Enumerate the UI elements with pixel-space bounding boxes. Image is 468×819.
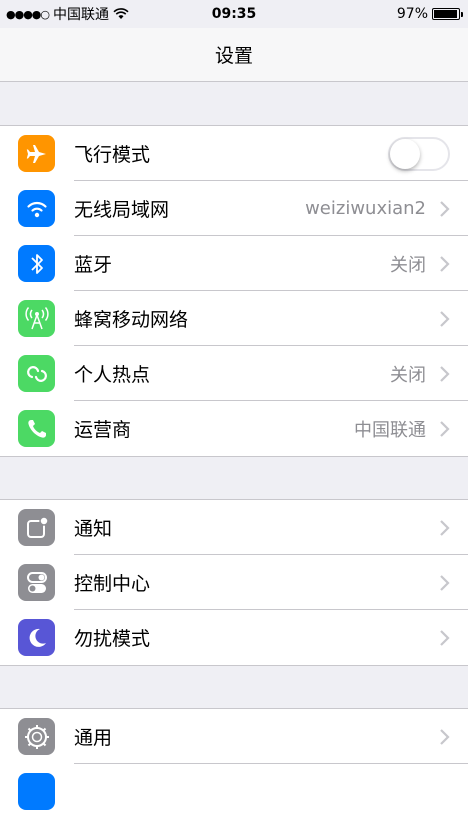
row-label: 通知 bbox=[74, 518, 113, 540]
page-title: 设置 bbox=[214, 45, 253, 67]
chevron-right-icon bbox=[440, 200, 450, 217]
row-label: 勿扰模式 bbox=[74, 628, 151, 650]
partial-icon bbox=[18, 773, 55, 810]
gear-icon bbox=[18, 718, 55, 755]
row-label: 运营商 bbox=[74, 419, 132, 441]
carrier-name: 中国联通 bbox=[53, 7, 109, 23]
notifications-icon bbox=[18, 509, 55, 546]
settings-group-connectivity: 飞行模式 无线局域网 weiziwuxian2 蓝牙 关闭 蜂窝移动网络 个人热… bbox=[0, 125, 468, 457]
status-bar: ●●●●○ 中国联通 09:35 97% bbox=[0, 0, 468, 28]
cellular-icon bbox=[18, 300, 55, 337]
chevron-right-icon bbox=[440, 310, 450, 327]
settings-group-notifications: 通知 控制中心 勿扰模式 bbox=[0, 499, 468, 666]
row-label: 个人热点 bbox=[74, 364, 151, 386]
navigation-bar: 设置 bbox=[0, 28, 468, 82]
row-bluetooth[interactable]: 蓝牙 关闭 bbox=[0, 236, 468, 291]
row-label: 飞行模式 bbox=[74, 144, 151, 166]
row-label: 蜂窝移动网络 bbox=[74, 309, 189, 331]
status-time: 09:35 bbox=[211, 6, 257, 22]
toggle-knob bbox=[390, 139, 420, 169]
bluetooth-icon bbox=[18, 245, 55, 282]
control-center-icon bbox=[18, 564, 55, 601]
chevron-right-icon bbox=[440, 574, 450, 591]
wifi-status-icon bbox=[113, 8, 129, 19]
row-airplane-mode[interactable]: 飞行模式 bbox=[0, 126, 468, 181]
hotspot-status-value: 关闭 bbox=[390, 364, 426, 386]
carrier-value: 中国联通 bbox=[354, 419, 426, 441]
row-carrier[interactable]: 运营商 中国联通 bbox=[0, 401, 468, 456]
wifi-icon bbox=[18, 190, 55, 227]
settings-group-general: 通用 bbox=[0, 708, 468, 819]
battery-fill bbox=[434, 10, 458, 18]
row-wifi[interactable]: 无线局域网 weiziwuxian2 bbox=[0, 181, 468, 236]
row-do-not-disturb[interactable]: 勿扰模式 bbox=[0, 610, 468, 665]
row-label: 蓝牙 bbox=[74, 254, 113, 276]
signal-strength: ●●●●○ bbox=[6, 7, 50, 21]
chevron-right-icon bbox=[440, 519, 450, 536]
row-label: 控制中心 bbox=[74, 573, 151, 595]
moon-icon bbox=[18, 619, 55, 656]
chevron-right-icon bbox=[440, 255, 450, 272]
chevron-right-icon bbox=[440, 728, 450, 745]
row-notifications[interactable]: 通知 bbox=[0, 500, 468, 555]
row-label: 通用 bbox=[74, 727, 113, 749]
chevron-right-icon bbox=[440, 629, 450, 646]
airplane-mode-toggle[interactable] bbox=[388, 137, 450, 171]
hotspot-icon bbox=[18, 355, 55, 392]
row-general[interactable]: 通用 bbox=[0, 709, 468, 764]
status-left: ●●●●○ 中国联通 bbox=[6, 4, 129, 24]
status-right: 97% bbox=[396, 6, 463, 22]
phone-icon bbox=[18, 410, 55, 447]
battery-percent: 97% bbox=[396, 6, 428, 22]
row-partial-next[interactable] bbox=[0, 764, 468, 819]
chevron-right-icon bbox=[440, 420, 450, 437]
chevron-right-icon bbox=[440, 365, 450, 382]
row-cellular[interactable]: 蜂窝移动网络 bbox=[0, 291, 468, 346]
wifi-network-value: weiziwuxian2 bbox=[305, 198, 426, 219]
battery-icon bbox=[432, 8, 463, 20]
bluetooth-status-value: 关闭 bbox=[390, 254, 426, 276]
row-personal-hotspot[interactable]: 个人热点 关闭 bbox=[0, 346, 468, 401]
row-label: 无线局域网 bbox=[74, 199, 170, 221]
row-control-center[interactable]: 控制中心 bbox=[0, 555, 468, 610]
airplane-icon bbox=[18, 135, 55, 172]
